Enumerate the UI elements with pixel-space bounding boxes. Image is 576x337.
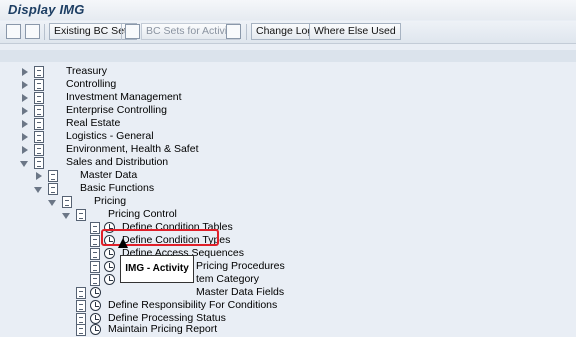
document-icon <box>90 248 100 260</box>
bc-sets-icon[interactable] <box>125 24 140 39</box>
execute-activity-icon[interactable] <box>90 287 101 298</box>
document-icon <box>34 131 44 143</box>
execute-activity-icon[interactable] <box>90 300 101 311</box>
document-icon <box>48 183 58 195</box>
tree-node-label: Pricing Procedures <box>196 260 285 272</box>
collapse-icon[interactable] <box>62 213 70 219</box>
document-icon <box>90 261 100 273</box>
where-else-used-button[interactable]: Where Else Used <box>309 23 401 40</box>
tree-node-label: Basic Functions <box>80 182 155 194</box>
expand-icon[interactable] <box>22 94 28 102</box>
expand-icon[interactable] <box>22 120 28 128</box>
execute-activity-icon[interactable] <box>104 274 115 285</box>
collapse-icon[interactable] <box>48 200 56 206</box>
document-icon <box>76 300 86 312</box>
expand-icon[interactable] <box>22 68 28 76</box>
toolbar-separator <box>246 24 247 40</box>
execute-activity-icon[interactable] <box>104 261 115 272</box>
tooltip: IMG - Activity <box>120 255 194 283</box>
document-icon <box>62 196 72 208</box>
window-title: Display IMG <box>8 2 85 17</box>
document-icon <box>34 118 44 130</box>
tree-node-label: Sales and Distribution <box>66 156 169 168</box>
collapse-icon[interactable] <box>20 161 28 167</box>
expand-icon[interactable] <box>22 81 28 89</box>
tree-node-label: Real Estate <box>66 117 121 129</box>
tree-node-label: Environment, Health & Safet <box>66 143 199 155</box>
activate-icon[interactable] <box>226 24 241 39</box>
tree-node-label: Master Data Fields <box>196 286 285 298</box>
execute-activity-icon[interactable] <box>90 313 101 324</box>
document-icon <box>34 157 44 169</box>
toolbar-separator <box>44 24 45 40</box>
document-icon <box>34 105 44 117</box>
application-toolbar: Existing BC Sets BC Sets for Activity Ch… <box>0 21 576 44</box>
document-icon <box>34 79 44 91</box>
mouse-cursor <box>118 238 128 248</box>
title-bar: Display IMG <box>0 0 576 20</box>
document-icon <box>34 92 44 104</box>
tree-node-label: Logistics - General <box>66 130 154 142</box>
structure-icon[interactable] <box>25 24 40 39</box>
expand-icon[interactable] <box>22 107 28 115</box>
document-icon <box>76 324 86 336</box>
document-icon <box>90 274 100 286</box>
document-icon <box>48 170 58 182</box>
tree-node-label: Pricing Control <box>108 208 177 220</box>
document-icon <box>34 66 44 78</box>
tree-node-label: Maintain Pricing Report <box>108 323 218 335</box>
toolbar-separator <box>121 24 122 40</box>
tree-node-label: Define Responsibility For Conditions <box>108 299 278 311</box>
tree-node-label: Enterprise Controlling <box>66 104 167 116</box>
document-icon <box>76 287 86 299</box>
tree-node-label: Investment Management <box>66 91 182 103</box>
expand-icon[interactable] <box>36 172 42 180</box>
tree-node-label: Treasury <box>66 65 108 77</box>
tree-node-label: tem Category <box>196 273 260 285</box>
execute-activity-icon[interactable] <box>104 248 115 259</box>
document-icon <box>90 235 100 247</box>
tree-node-label: Controlling <box>66 78 117 90</box>
document-icon <box>76 209 86 221</box>
expand-icon[interactable] <box>22 146 28 154</box>
execute-activity-icon[interactable] <box>90 324 101 335</box>
tree-node-label: Pricing <box>94 195 127 207</box>
document-icon <box>34 144 44 156</box>
expand-icon[interactable] <box>22 133 28 141</box>
filter-icon[interactable] <box>6 24 21 39</box>
document-icon <box>90 222 100 234</box>
tree-node-label: Master Data <box>80 169 138 181</box>
existing-bc-sets-button[interactable]: Existing BC Sets <box>49 23 138 40</box>
img-tree: Treasury Controlling Investment Manageme… <box>0 62 576 336</box>
collapse-icon[interactable] <box>34 187 42 193</box>
